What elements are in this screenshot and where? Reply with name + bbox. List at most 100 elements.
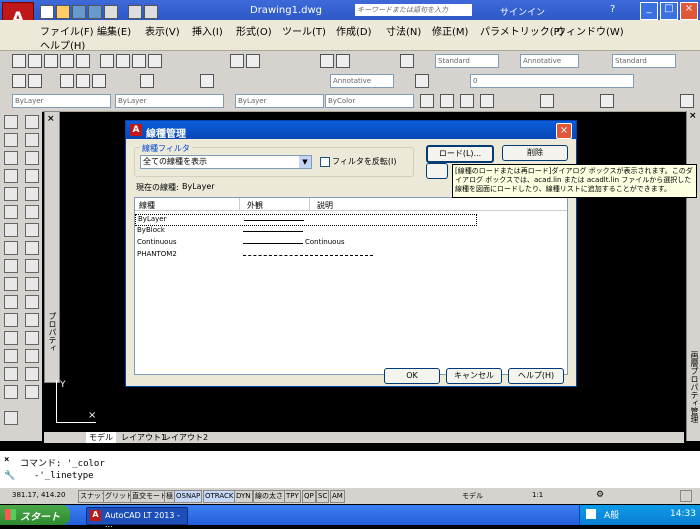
offset-icon[interactable] (4, 169, 18, 183)
arc-icon[interactable] (60, 74, 74, 88)
search-input[interactable]: キーワードまたは語句を入力 (355, 4, 472, 16)
open-icon[interactable] (56, 5, 70, 19)
linetype-list[interactable]: 線種 外観 説明 ByLayer ByBlock Continuous Cont… (134, 197, 568, 375)
status-menu-icon[interactable] (680, 490, 692, 502)
delete-button[interactable]: 削除 (502, 145, 568, 161)
arc-tool-icon[interactable] (25, 205, 39, 219)
trim-icon[interactable] (4, 277, 18, 291)
lineweight-combo[interactable]: ByLayer (235, 94, 324, 108)
minimize-button[interactable]: _ (640, 2, 658, 20)
snap-center-icon[interactable] (540, 94, 554, 108)
stretch-icon[interactable] (4, 259, 18, 273)
open-icon[interactable] (28, 54, 42, 68)
polygon-icon[interactable] (25, 169, 39, 183)
insert-block-icon[interactable] (200, 74, 214, 88)
pan-icon[interactable] (230, 54, 244, 68)
ok-button[interactable]: OK (384, 368, 440, 384)
menu-file[interactable]: ファイル(F) (40, 23, 94, 38)
col-linetype[interactable]: 線種 (139, 200, 155, 211)
array-icon[interactable] (4, 187, 18, 201)
saveas-icon[interactable] (88, 5, 102, 19)
workspace-gear-icon[interactable]: ⚙ (596, 490, 604, 500)
line-icon[interactable] (12, 74, 26, 88)
coordinates-readout[interactable]: 381.17, 414.20 (12, 491, 65, 499)
join-icon[interactable] (4, 331, 18, 345)
current-button[interactable] (426, 163, 448, 179)
mirror-icon[interactable] (4, 151, 18, 165)
palette-close-icon[interactable]: × (47, 114, 55, 124)
circle-tool-icon[interactable] (25, 223, 39, 237)
help-icon[interactable]: ? (610, 4, 615, 15)
menu-window[interactable]: ウィンドウ(W) (556, 23, 624, 38)
copy-object-icon[interactable] (4, 133, 18, 147)
snap-midpoint-icon[interactable] (460, 94, 474, 108)
tray-ime-icon[interactable]: A般 (604, 508, 619, 521)
start-button[interactable]: スタート (0, 505, 70, 525)
status-sc[interactable]: SC (316, 490, 330, 503)
annotative-combo[interactable]: Annotative (520, 54, 579, 68)
break-icon[interactable] (4, 313, 18, 327)
help-icon[interactable] (400, 54, 414, 68)
move-icon[interactable] (4, 205, 18, 219)
command-input[interactable]: -'_linetype (34, 471, 94, 481)
save-icon[interactable] (72, 5, 86, 19)
explode-icon[interactable] (4, 385, 18, 399)
status-qp[interactable]: QP (302, 490, 316, 503)
status-tpy[interactable]: TPY (284, 490, 301, 503)
fillet-icon[interactable] (4, 367, 18, 381)
snap-settings-icon[interactable] (680, 94, 694, 108)
col-description[interactable]: 説明 (317, 200, 333, 211)
polyline-icon[interactable] (28, 74, 42, 88)
menu-tools[interactable]: ツール(T) (282, 23, 326, 38)
status-lineweight[interactable]: 線の太さ (253, 490, 285, 503)
col-appearance[interactable]: 外観 (247, 200, 263, 211)
extend-icon[interactable] (4, 295, 18, 309)
color-combo[interactable]: ByLayer (12, 94, 111, 108)
plot-icon[interactable] (60, 54, 74, 68)
properties-palette[interactable]: × プロパティ (44, 111, 60, 383)
erase-icon[interactable] (4, 115, 18, 129)
annotation-scale[interactable]: 1:1 (532, 491, 543, 499)
load-button[interactable]: ロード(L)... (426, 145, 494, 163)
layer-combo[interactable]: 0 (470, 74, 634, 88)
menu-modify[interactable]: 修正(M) (432, 23, 468, 38)
tray-keyboard-icon[interactable] (586, 509, 596, 519)
hatch-icon[interactable] (25, 331, 39, 345)
chevron-down-icon[interactable]: ▼ (299, 156, 311, 168)
paste-icon[interactable] (132, 54, 146, 68)
redo-icon[interactable] (144, 5, 158, 19)
designcenter-icon[interactable] (336, 54, 350, 68)
qnew-icon[interactable] (12, 54, 26, 68)
filter-select[interactable]: 全ての線種を表示 ▼ (140, 155, 312, 169)
preview-icon[interactable] (76, 54, 90, 68)
new-icon[interactable] (40, 5, 54, 19)
signin-link[interactable]: サインイン (500, 5, 545, 18)
zoom-icon[interactable] (246, 54, 260, 68)
tab-layout2[interactable]: レイアウト2 (160, 432, 211, 443)
revcloud-icon[interactable] (25, 241, 39, 255)
right-palette-close-icon[interactable]: × (689, 111, 697, 121)
tab-model[interactable]: モデル (86, 432, 116, 443)
circle-icon[interactable] (76, 74, 90, 88)
rectang-icon[interactable] (25, 187, 39, 201)
menu-dimension[interactable]: 寸法(N) (386, 23, 421, 38)
dim-style-combo[interactable]: Standard (612, 54, 676, 68)
text-style-combo[interactable]: Standard (435, 54, 499, 68)
scale-icon[interactable] (4, 241, 18, 255)
menu-view[interactable]: 表示(V) (145, 23, 180, 38)
plotstyle-combo[interactable]: ByColor (325, 94, 414, 108)
ellipse-icon[interactable] (25, 277, 39, 291)
status-osnap[interactable]: OSNAP (174, 490, 203, 503)
snap-endpoint-icon[interactable] (440, 94, 454, 108)
command-close-icon[interactable]: × (4, 455, 9, 465)
copy-icon[interactable] (116, 54, 130, 68)
text-icon[interactable] (4, 411, 18, 425)
dialog-close-button[interactable]: × (556, 123, 572, 139)
table-icon[interactable] (25, 367, 39, 381)
taskbar-task[interactable]: A AutoCAD LT 2013 - ... (86, 507, 188, 529)
block-icon[interactable] (25, 295, 39, 309)
xline-icon[interactable] (25, 133, 39, 147)
snap-intersection-icon[interactable] (480, 94, 494, 108)
layer-properties-icon[interactable] (415, 74, 429, 88)
menu-edit[interactable]: 編集(E) (97, 23, 131, 38)
